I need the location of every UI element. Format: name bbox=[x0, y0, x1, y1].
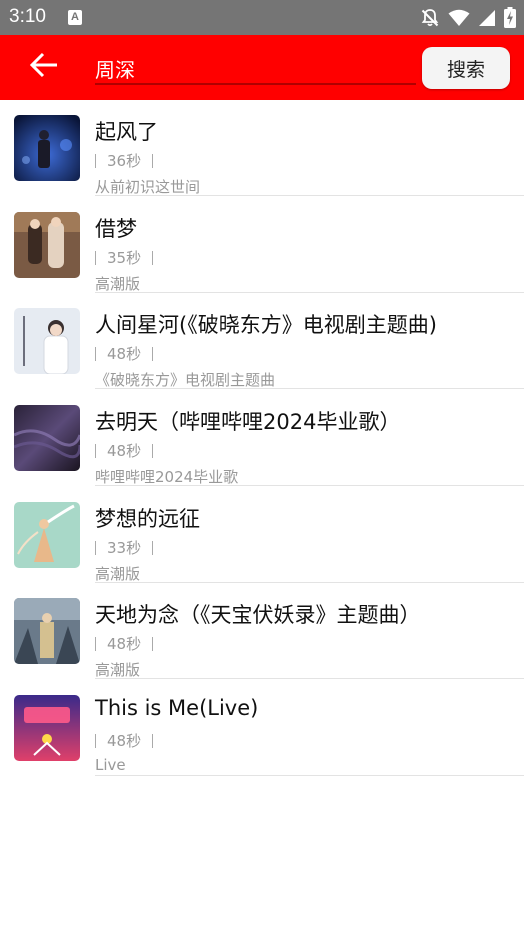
song-item[interactable]: 借梦 35秒 高潮版 bbox=[0, 197, 524, 294]
search-button[interactable]: 搜索 bbox=[422, 47, 510, 89]
status-time: 3:10 bbox=[9, 6, 46, 27]
album-cover bbox=[14, 695, 80, 762]
meta-separator bbox=[95, 444, 96, 459]
song-title: 天地为念（《天宝伏妖录》主题曲） bbox=[95, 603, 421, 628]
album-cover bbox=[14, 308, 80, 375]
wifi-icon bbox=[448, 9, 470, 27]
meta-separator bbox=[95, 734, 96, 749]
notification-icon: A bbox=[68, 10, 82, 25]
song-item[interactable]: 起风了 36秒 从前初识这世间 bbox=[0, 100, 524, 197]
meta-separator bbox=[152, 154, 154, 168]
album-cover bbox=[14, 405, 80, 472]
song-subtitle: 高潮版 bbox=[95, 274, 141, 293]
song-item[interactable]: 天地为念（《天宝伏妖录》主题曲） 48秒 高潮版 bbox=[0, 583, 524, 680]
song-item[interactable]: 梦想的远征 33秒 高潮版 bbox=[0, 487, 524, 584]
back-button[interactable] bbox=[24, 49, 64, 85]
meta-separator bbox=[152, 347, 154, 362]
arrow-left-icon bbox=[29, 52, 59, 82]
song-title: 去明天（哔哩哔哩2024毕业歌） bbox=[95, 410, 401, 435]
status-bar: 3:10 A bbox=[0, 0, 524, 35]
signal-icon bbox=[478, 9, 496, 27]
meta-separator bbox=[152, 734, 154, 749]
song-meta: 35秒 bbox=[95, 247, 154, 268]
song-duration: 48秒 bbox=[107, 442, 142, 461]
album-cover bbox=[14, 211, 80, 278]
status-icons bbox=[420, 7, 516, 28]
search-toolbar: 搜索 bbox=[0, 35, 524, 100]
meta-separator bbox=[95, 250, 96, 265]
song-subtitle: 高潮版 bbox=[95, 661, 141, 680]
song-meta: 36秒 bbox=[95, 150, 154, 171]
song-meta: 33秒 bbox=[95, 537, 154, 558]
song-duration: 48秒 bbox=[107, 345, 142, 364]
song-duration: 48秒 bbox=[107, 732, 142, 751]
divider bbox=[95, 775, 524, 777]
bell-off-icon bbox=[420, 8, 440, 28]
meta-separator bbox=[95, 637, 96, 652]
song-item[interactable]: 人间星河(《破晓东方》电视剧主题曲) 48秒 《破晓东方》电视剧主题曲 bbox=[0, 293, 524, 390]
meta-separator bbox=[95, 154, 96, 168]
meta-separator bbox=[152, 637, 154, 652]
song-subtitle: 《破晓东方》电视剧主题曲 bbox=[95, 371, 276, 390]
song-duration: 33秒 bbox=[107, 538, 142, 557]
song-meta: 48秒 bbox=[95, 730, 154, 751]
album-cover bbox=[14, 598, 80, 665]
song-meta: 48秒 bbox=[95, 633, 154, 654]
meta-separator bbox=[95, 347, 96, 362]
song-title: 梦想的远征 bbox=[95, 506, 200, 531]
song-subtitle: 高潮版 bbox=[95, 564, 141, 583]
song-duration: 35秒 bbox=[107, 248, 142, 267]
song-item[interactable]: This is Me(Live) 48秒 Live bbox=[0, 680, 524, 777]
song-title: This is Me(Live) bbox=[95, 696, 259, 721]
song-meta: 48秒 bbox=[95, 440, 154, 461]
song-title: 起风了 bbox=[95, 120, 158, 144]
meta-separator bbox=[152, 444, 154, 459]
meta-separator bbox=[95, 540, 96, 555]
song-meta: 48秒 bbox=[95, 343, 154, 364]
song-title: 人间星河(《破晓东方》电视剧主题曲) bbox=[95, 313, 437, 338]
song-subtitle: Live bbox=[95, 756, 126, 775]
song-title: 借梦 bbox=[95, 216, 137, 241]
song-duration: 36秒 bbox=[107, 152, 142, 170]
album-cover bbox=[14, 115, 80, 181]
meta-separator bbox=[152, 250, 154, 265]
song-subtitle: 从前初识这世间 bbox=[95, 178, 201, 196]
song-list: 起风了 36秒 从前初识这世间 借梦 35秒 高潮版 人间星河(《破晓东方》电视… bbox=[0, 100, 524, 777]
album-cover bbox=[14, 501, 80, 568]
song-duration: 48秒 bbox=[107, 635, 142, 654]
search-input[interactable] bbox=[95, 53, 416, 85]
battery-charging-icon bbox=[504, 7, 516, 28]
song-item[interactable]: 去明天（哔哩哔哩2024毕业歌） 48秒 哔哩哔哩2024毕业歌 bbox=[0, 390, 524, 487]
meta-separator bbox=[152, 540, 154, 555]
song-subtitle: 哔哩哔哩2024毕业歌 bbox=[95, 468, 239, 487]
